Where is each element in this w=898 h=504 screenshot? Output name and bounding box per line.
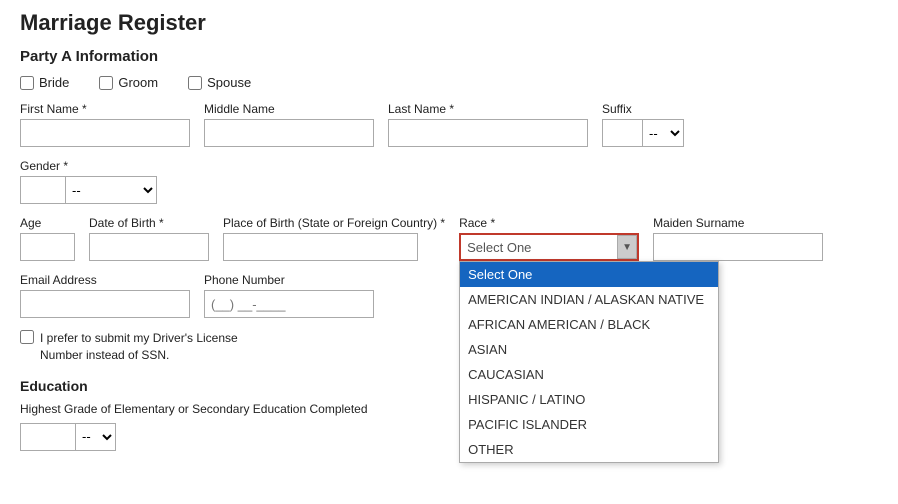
party-type-row: Bride Groom Spouse: [20, 75, 878, 90]
gender-select[interactable]: -- Male Female Non-Binary: [65, 176, 157, 204]
education-select-wrap: -- -- 1 2 3 4 5 6 7 8 9 10 11 12: [20, 423, 878, 451]
spouse-label: Spouse: [207, 75, 251, 90]
email-label: Email Address: [20, 273, 190, 287]
bride-option[interactable]: Bride: [20, 75, 69, 90]
race-option-hispanic[interactable]: HISPANIC / LATINO: [460, 387, 718, 412]
phone-group: Phone Number: [204, 273, 374, 318]
race-option-african-american[interactable]: AFRICAN AMERICAN / BLACK: [460, 312, 718, 337]
place-of-birth-group: Place of Birth (State or Foreign Country…: [223, 216, 445, 261]
suffix-select[interactable]: -- Jr. Sr. II III: [642, 119, 684, 147]
dob-label: Date of Birth *: [89, 216, 209, 230]
first-name-group: First Name *: [20, 102, 190, 147]
details-row: Age Date of Birth * Place of Birth (Stat…: [20, 216, 878, 261]
spouse-option[interactable]: Spouse: [188, 75, 251, 90]
race-option-select-one[interactable]: Select One: [460, 262, 718, 287]
race-dropdown-arrow[interactable]: ▼: [617, 235, 637, 259]
race-option-asian[interactable]: ASIAN: [460, 337, 718, 362]
name-row: First Name * Middle Name Last Name * Suf…: [20, 102, 878, 147]
education-section: Education Highest Grade of Elementary or…: [20, 378, 878, 451]
email-input[interactable]: [20, 290, 190, 318]
preferred-row: I prefer to submit my Driver's License N…: [20, 330, 878, 364]
race-label: Race *: [459, 216, 639, 230]
last-name-group: Last Name *: [388, 102, 588, 147]
maiden-surname-group: Maiden Surname: [653, 216, 823, 261]
phone-input[interactable]: [204, 290, 374, 318]
race-option-caucasian[interactable]: CAUCASIAN: [460, 362, 718, 387]
dob-group: Date of Birth *: [89, 216, 209, 261]
gender-wrap: -- -- Male Female Non-Binary: [20, 176, 157, 204]
education-text-input[interactable]: --: [20, 423, 75, 451]
gender-row: Gender * -- -- Male Female Non-Binary: [20, 159, 878, 204]
gender-label: Gender *: [20, 159, 157, 173]
email-group: Email Address: [20, 273, 190, 318]
middle-name-group: Middle Name: [204, 102, 374, 147]
spouse-checkbox[interactable]: [188, 76, 202, 90]
dob-input[interactable]: [89, 233, 209, 261]
education-heading: Education: [20, 378, 878, 394]
education-select[interactable]: -- 1 2 3 4 5 6 7 8 9 10 11 12: [75, 423, 116, 451]
race-container: Select One ▼ Select One AMERICAN INDIAN …: [459, 233, 639, 261]
suffix-text-input[interactable]: --: [602, 119, 642, 147]
first-name-input[interactable]: [20, 119, 190, 147]
race-dropdown: Select One AMERICAN INDIAN / ALASKAN NAT…: [459, 261, 719, 463]
race-option-american-indian[interactable]: AMERICAN INDIAN / ALASKAN NATIVE: [460, 287, 718, 312]
race-option-pacific-islander[interactable]: PACIFIC ISLANDER: [460, 412, 718, 437]
age-label: Age: [20, 216, 75, 230]
phone-label: Phone Number: [204, 273, 374, 287]
gender-group: Gender * -- -- Male Female Non-Binary: [20, 159, 157, 204]
place-of-birth-label: Place of Birth (State or Foreign Country…: [223, 216, 445, 230]
last-name-label: Last Name *: [388, 102, 588, 116]
race-option-other[interactable]: OTHER: [460, 437, 718, 462]
gender-text-input[interactable]: --: [20, 176, 65, 204]
preferred-checkbox[interactable]: [20, 330, 34, 344]
race-selected-value: Select One: [467, 240, 617, 255]
place-of-birth-input[interactable]: [223, 233, 418, 261]
party-a-section: Party A Information Bride Groom Spouse F…: [20, 48, 878, 364]
education-group: Highest Grade of Elementary or Secondary…: [20, 402, 878, 451]
contact-row: Email Address Phone Number: [20, 273, 878, 318]
maiden-surname-input[interactable]: [653, 233, 823, 261]
page-title: Marriage Register: [20, 10, 878, 36]
race-group: Race * Select One ▼ Select One AMERICAN …: [459, 216, 639, 261]
race-select-display[interactable]: Select One ▼: [459, 233, 639, 261]
bride-checkbox[interactable]: [20, 76, 34, 90]
age-input[interactable]: [20, 233, 75, 261]
bride-label: Bride: [39, 75, 69, 90]
suffix-group: Suffix -- -- Jr. Sr. II III: [602, 102, 684, 147]
education-label: Highest Grade of Elementary or Secondary…: [20, 402, 878, 416]
middle-name-input[interactable]: [204, 119, 374, 147]
middle-name-label: Middle Name: [204, 102, 374, 116]
party-a-heading: Party A Information: [20, 48, 878, 65]
groom-label: Groom: [118, 75, 158, 90]
last-name-input[interactable]: [388, 119, 588, 147]
groom-checkbox[interactable]: [99, 76, 113, 90]
suffix-wrap: -- -- Jr. Sr. II III: [602, 119, 684, 147]
groom-option[interactable]: Groom: [99, 75, 158, 90]
maiden-surname-label: Maiden Surname: [653, 216, 823, 230]
preferred-label: I prefer to submit my Driver's License N…: [40, 330, 260, 364]
age-group: Age: [20, 216, 75, 261]
suffix-label: Suffix: [602, 102, 684, 116]
first-name-label: First Name *: [20, 102, 190, 116]
